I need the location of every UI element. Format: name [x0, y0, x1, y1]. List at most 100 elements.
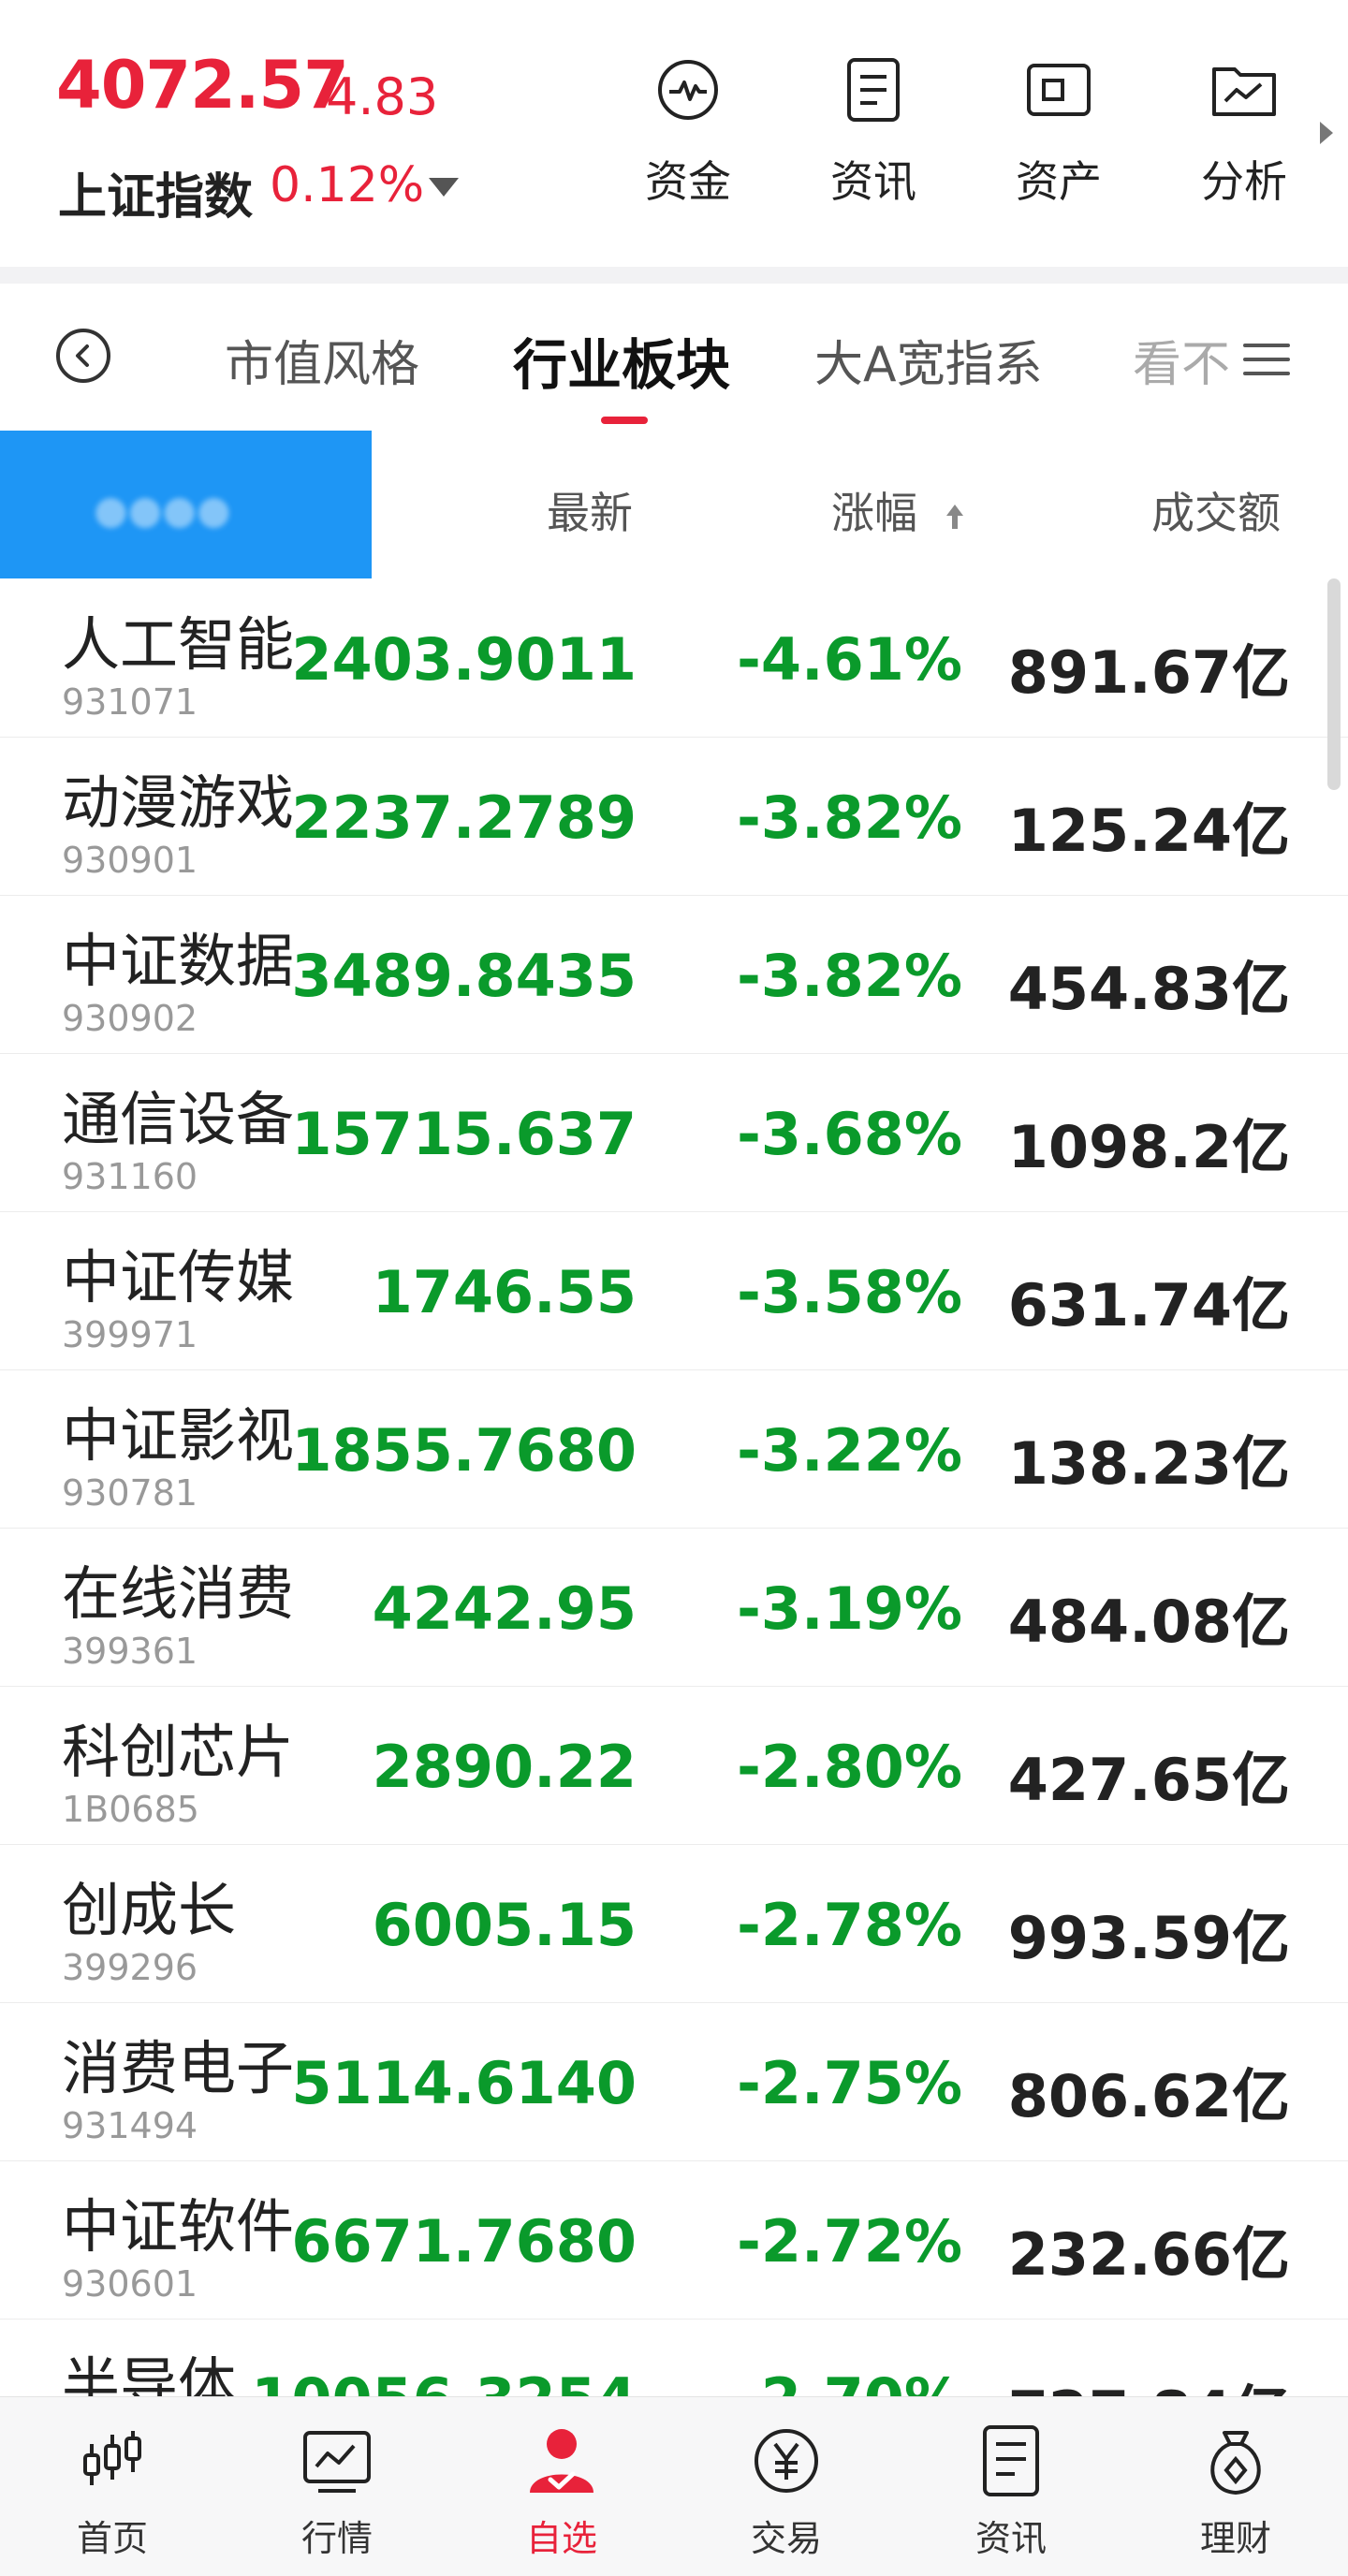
sector-change: -2.70% — [737, 2365, 962, 2396]
sector-price: 2890.22 — [372, 1733, 637, 1801]
sector-code: 930781 — [62, 1472, 198, 1514]
sector-turnover: 1098.2亿 — [1007, 1113, 1290, 1181]
sector-change: -2.72% — [737, 2207, 962, 2276]
nav-watchlist[interactable]: 自选 — [487, 2423, 637, 2561]
money-bag-icon — [1210, 2431, 1261, 2495]
table-row[interactable]: 通信设备 931160 15715.637 -3.68% 1098.2亿 — [0, 1053, 1348, 1212]
tab-market-cap-style[interactable]: 市值风格 — [225, 325, 419, 395]
change-column-header[interactable]: 涨幅 — [831, 479, 965, 541]
pulse-circle-icon — [658, 60, 718, 120]
index-dropdown-caret-icon[interactable] — [429, 178, 459, 197]
sector-turnover: 232.66亿 — [1007, 2220, 1290, 2289]
sector-name: 中证软件 — [62, 2192, 295, 2261]
favorites-person-icon — [530, 2429, 593, 2493]
quick-link-analysis[interactable]: 分析 — [1174, 56, 1314, 210]
sector-name: 中证传媒 — [62, 1243, 295, 1311]
sector-turnover: 427.65亿 — [1007, 1746, 1290, 1814]
sector-code: 931071 — [62, 681, 198, 723]
sector-change: -4.61% — [737, 625, 962, 694]
table-row[interactable]: 中证影视 930781 1855.7680 -3.22% 138.23亿 — [0, 1369, 1348, 1529]
chart-folder-icon — [1212, 67, 1276, 116]
nav-trade[interactable]: 交易 — [711, 2423, 861, 2561]
sector-turnover: 806.62亿 — [1007, 2062, 1290, 2130]
sector-name: 中证影视 — [62, 1401, 295, 1470]
sector-price: 1746.55 — [372, 1258, 637, 1326]
nav-home[interactable]: 首页 — [37, 2423, 187, 2561]
sector-turnover: 454.83亿 — [1007, 955, 1290, 1023]
sector-name: 半导体 — [62, 2350, 237, 2396]
nav-market[interactable]: 行情 — [262, 2423, 412, 2561]
nav-label: 资讯 — [974, 2518, 1047, 2559]
index-percent: 0.12% — [270, 157, 425, 213]
table-row[interactable]: 科创芯片 1B0685 2890.22 -2.80% 427.65亿 — [0, 1686, 1348, 1845]
sector-name: 动漫游戏 — [62, 768, 295, 837]
quick-link-label: 资金 — [645, 156, 731, 207]
sector-name: 创成长 — [62, 1876, 237, 1944]
quick-link-label: 资讯 — [830, 156, 916, 207]
sector-code: 399296 — [62, 1947, 198, 1988]
table-row[interactable]: 人工智能 931071 2403.9011 -4.61% 891.67亿 — [0, 578, 1348, 738]
active-tab-indicator — [601, 417, 648, 424]
sector-name: 在线消费 — [62, 1559, 295, 1628]
tab-industry-sector[interactable]: 行业板块 — [513, 321, 730, 400]
sector-price: 6005.15 — [372, 1891, 637, 1959]
table-row[interactable]: 创成长 399296 6005.15 -2.78% 993.59亿 — [0, 1844, 1348, 2003]
latest-column-header[interactable]: 最新 — [547, 479, 633, 541]
table-row[interactable]: 半导体 10056.3254 -2.70% 727.84亿 — [0, 2319, 1348, 2396]
column-header-row: ●●●● 最新 涨幅 成交额 — [0, 431, 1348, 578]
bottom-nav: 首页 行情 自选 交易 资讯 理财 — [0, 2396, 1348, 2576]
sector-name: 中证数据 — [62, 927, 295, 995]
quick-link-label: 分析 — [1201, 156, 1287, 207]
quick-link-assets[interactable]: 资产 — [989, 56, 1129, 210]
document-icon — [847, 58, 900, 122]
sector-turnover: 993.59亿 — [1007, 1904, 1290, 1972]
sector-change: -3.19% — [737, 1574, 962, 1643]
sector-price: 10056.3254 — [251, 2365, 637, 2396]
sector-code: 930601 — [62, 2263, 198, 2305]
nav-label: 自选 — [525, 2518, 597, 2559]
sort-up-arrow-icon — [945, 504, 963, 529]
table-row[interactable]: 动漫游戏 930901 2237.2789 -3.82% 125.24亿 — [0, 737, 1348, 896]
wallet-icon — [1027, 64, 1091, 116]
table-row[interactable]: 消费电子 931494 5114.6140 -2.75% 806.62亿 — [0, 2002, 1348, 2161]
sector-price: 6671.7680 — [291, 2207, 637, 2276]
table-row[interactable]: 中证传媒 399971 1746.55 -3.58% 631.74亿 — [0, 1211, 1348, 1370]
table-row[interactable]: 中证数据 930902 3489.8435 -3.82% 454.83亿 — [0, 895, 1348, 1054]
sector-price: 2403.9011 — [291, 625, 637, 694]
sector-code: 931494 — [62, 2105, 198, 2146]
sector-change: -2.80% — [737, 1733, 962, 1801]
sector-name: 通信设备 — [62, 1085, 295, 1153]
tab-broad-index[interactable]: 大A宽指系 — [814, 325, 1043, 395]
turnover-column-header[interactable]: 成交额 — [1151, 479, 1281, 541]
sector-turnover: 727.84亿 — [1008, 2365, 1290, 2396]
sector-code: 930902 — [62, 998, 198, 1039]
tab-overflow[interactable]: 看不 — [1133, 325, 1230, 395]
sector-code: 399361 — [62, 1631, 198, 1672]
sector-change: -3.82% — [737, 783, 962, 852]
nav-wealth[interactable]: 理财 — [1161, 2423, 1311, 2561]
sector-turnover: 631.74亿 — [1007, 1271, 1290, 1339]
quick-link-funds[interactable]: 资金 — [618, 56, 758, 210]
sector-change: -2.75% — [737, 2049, 962, 2117]
table-row[interactable]: 中证软件 930601 6671.7680 -2.72% 232.66亿 — [0, 2160, 1348, 2320]
blurred-header-text: ●●●● — [94, 487, 231, 533]
sector-change: -3.22% — [737, 1416, 962, 1485]
nav-label: 交易 — [750, 2518, 822, 2559]
index-value[interactable]: 4072.57 — [56, 47, 349, 124]
sector-turnover: 891.67亿 — [1007, 638, 1290, 707]
list-scrollbar[interactable] — [1327, 578, 1341, 790]
sector-price: 1855.7680 — [291, 1416, 637, 1485]
quick-link-news[interactable]: 资讯 — [803, 56, 944, 210]
news-document-icon — [983, 2425, 1039, 2496]
nav-label: 首页 — [76, 2518, 148, 2559]
index-name[interactable]: 上证指数 — [58, 157, 253, 227]
back-circle-icon[interactable] — [56, 329, 110, 383]
name-column-header[interactable]: ●●●● — [0, 431, 372, 578]
nav-news[interactable]: 资讯 — [936, 2423, 1086, 2561]
more-links-arrow-icon[interactable] — [1320, 122, 1333, 144]
sector-price: 3489.8435 — [291, 942, 637, 1010]
tab-menu-icon[interactable] — [1243, 344, 1290, 375]
table-row[interactable]: 在线消费 399361 4242.95 -3.19% 484.08亿 — [0, 1528, 1348, 1687]
sector-name: 科创芯片 — [62, 1718, 295, 1786]
index-header: 4072.57 4.83 上证指数 0.12% 资金 资讯 资产 分析 — [0, 0, 1348, 267]
